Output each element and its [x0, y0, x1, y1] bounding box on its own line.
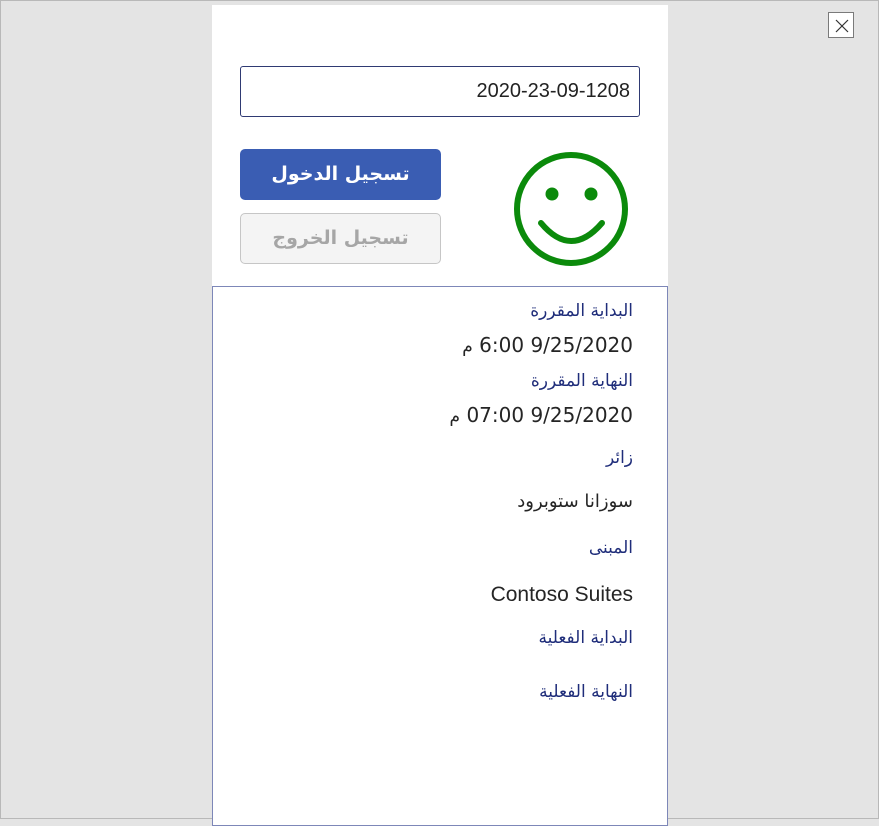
building-label: المبنى	[588, 538, 633, 558]
scheduled-start-suffix: م	[462, 337, 473, 357]
scheduled-end-date: 9/25/2020	[530, 403, 633, 427]
visitor-label: زائر	[605, 448, 633, 468]
smiley-face-icon	[514, 152, 628, 266]
close-icon	[835, 19, 849, 33]
scheduled-end-label: النهاية المقررة	[530, 371, 633, 391]
scheduled-end-time: 07:00	[466, 403, 525, 427]
appointment-details-panel: البداية المقررة 9/25/2020 6:00 م النهاية…	[212, 286, 668, 826]
scheduled-start-label: البداية المقررة	[530, 301, 633, 321]
checkin-button[interactable]: تسجيل الدخول	[240, 149, 441, 200]
checkout-button[interactable]: تسجيل الخروج	[240, 213, 441, 264]
scheduled-start-date: 9/25/2020	[530, 333, 633, 357]
scheduled-start-time: 6:00	[479, 333, 525, 357]
visitor-value: سوزانا ستوبرود	[517, 491, 633, 512]
actual-end-label: النهاية الفعلية	[539, 682, 633, 702]
scheduled-end-value: 9/25/2020 07:00 م	[450, 403, 633, 427]
scheduled-end-suffix: م	[449, 407, 461, 427]
actual-start-label: البداية الفعلية	[538, 628, 633, 648]
close-button[interactable]	[828, 12, 854, 38]
app-panel: تسجيل الدخول تسجيل الخروج البداية المقرر…	[212, 5, 668, 826]
building-value: Contoso Suites	[490, 583, 633, 606]
scheduled-start-value: 9/25/2020 6:00 م	[462, 333, 633, 357]
checkin-code-input[interactable]	[240, 66, 640, 117]
